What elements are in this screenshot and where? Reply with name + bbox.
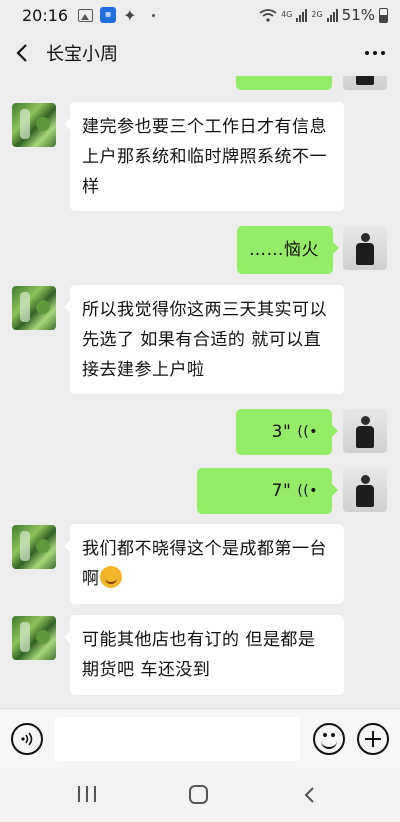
message-bubble[interactable]: ……恼火 [237, 226, 339, 274]
voice-wave-icon: ((• [297, 424, 318, 440]
voice-mode-icon[interactable] [11, 723, 43, 755]
input-bar [0, 708, 400, 768]
grimace-emoji-icon [99, 566, 122, 588]
status-bar: 20:16 ▦ ✦ 4G 2G 51% [0, 0, 400, 30]
avatar-contact[interactable] [12, 525, 56, 569]
more-dots-icon[interactable] [350, 30, 400, 76]
chat-header: 长宝小周 [0, 30, 400, 76]
message-text: 可能其他店也有订的 但是都是期货吧 车还没到 [82, 630, 316, 680]
network-type-label-2: 2G [311, 10, 323, 19]
avatar-self[interactable] [343, 409, 387, 453]
wifi-icon [259, 8, 277, 22]
nav-back-icon[interactable] [300, 785, 320, 805]
message-text: 建完参也要三个工作日才有信息 上户那系统和临时牌照系统不一样 [82, 117, 327, 197]
back-arrow-icon[interactable] [0, 30, 44, 76]
emoji-icon[interactable] [313, 723, 345, 755]
recent-apps-icon[interactable] [78, 786, 96, 802]
message-list[interactable]: 建完参也要三个工作日才有信息 上户那系统和临时牌照系统不一样 ……恼火 所以我觉… [0, 76, 400, 708]
system-nav-bar [0, 768, 400, 822]
avatar-contact[interactable] [12, 286, 56, 330]
chat-title: 长宝小周 [46, 44, 118, 65]
battery-percent: 51% [341, 6, 375, 24]
message-input[interactable] [54, 717, 300, 761]
message-text: 所以我觉得你这两三天其实可以先选了 如果有合适的 就可以直接去建参上户啦 [82, 300, 327, 380]
message-bubble[interactable]: 可能其他店也有订的 但是都是期货吧 车还没到 [64, 615, 344, 695]
message-bubble[interactable]: 我们都不晓得这个是成都第一台啊 [64, 524, 344, 604]
avatar-contact[interactable] [12, 103, 56, 147]
home-icon[interactable] [189, 785, 208, 804]
voice-duration: 7" [271, 481, 292, 501]
signal-icon [296, 8, 308, 22]
battery-icon [379, 7, 388, 23]
network-type-label: 4G [281, 10, 293, 19]
avatar-self[interactable] [343, 226, 387, 270]
message-bubble[interactable]: 所以我觉得你这两三天其实可以先选了 如果有合适的 就可以直接去建参上户啦 [64, 285, 344, 394]
voice-duration: 3" [271, 422, 292, 442]
signal-icon-2 [326, 8, 338, 22]
running-icon: ✦ [123, 5, 137, 25]
avatar-self[interactable] [343, 468, 387, 512]
avatar-contact[interactable] [12, 616, 56, 660]
status-time: 20:16 [22, 5, 69, 25]
image-icon [78, 8, 94, 22]
message-bubble[interactable]: 建完参也要三个工作日才有信息 上户那系统和临时牌照系统不一样 [64, 102, 344, 211]
voice-wave-icon: ((• [297, 483, 318, 499]
plus-icon[interactable] [357, 723, 389, 755]
message-text: ……恼火 [249, 240, 319, 260]
dot-icon [151, 13, 155, 17]
app-icon: ▦ [100, 7, 117, 23]
voice-message-bubble[interactable]: 3" ((• [236, 409, 338, 455]
message-bubble-partial [236, 76, 332, 90]
voice-message-bubble[interactable]: 7" ((• [197, 468, 338, 514]
avatar-self[interactable] [343, 76, 387, 90]
